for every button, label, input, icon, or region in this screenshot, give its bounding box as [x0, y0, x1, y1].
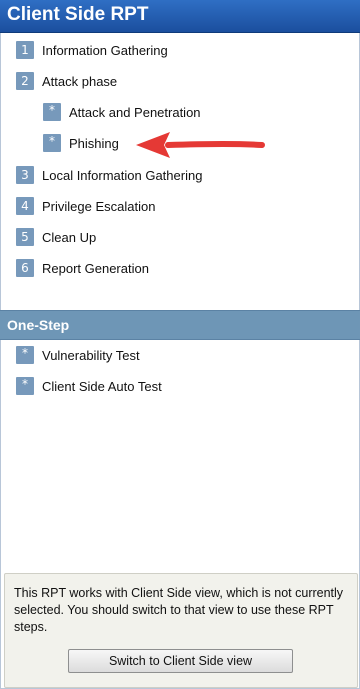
step-information-gathering[interactable]: 1 Information Gathering: [16, 40, 168, 60]
one-step-vulnerability-test[interactable]: * Vulnerability Test: [16, 345, 140, 365]
step-label: Clean Up: [42, 229, 97, 245]
step-number-badge: 3: [16, 166, 34, 184]
step-label: Local Information Gathering: [42, 167, 203, 183]
asterisk-badge-icon: *: [16, 346, 34, 364]
title-bar: Client Side RPT: [0, 0, 360, 33]
asterisk-badge-icon: *: [43, 103, 61, 121]
notice-text: This RPT works with Client Side view, wh…: [14, 586, 344, 634]
step-label: Attack phase: [42, 73, 118, 89]
step-number-badge: 4: [16, 197, 34, 215]
one-step-section-header: One-Step: [0, 310, 360, 340]
step-clean-up[interactable]: 5 Clean Up: [16, 227, 96, 247]
step-label: Report Generation: [42, 260, 149, 276]
step-report-generation[interactable]: 6 Report Generation: [16, 258, 149, 278]
step-label: Client Side Auto Test: [42, 378, 162, 394]
asterisk-badge-icon: *: [16, 377, 34, 395]
step-number-badge: 5: [16, 228, 34, 246]
one-step-client-side-auto-test[interactable]: * Client Side Auto Test: [16, 376, 162, 396]
step-attack-and-penetration[interactable]: * Attack and Penetration: [43, 102, 201, 122]
section-title: One-Step: [7, 317, 70, 333]
step-label: Phishing: [69, 135, 119, 151]
step-number-badge: 1: [16, 41, 34, 59]
step-local-information-gathering[interactable]: 3 Local Information Gathering: [16, 165, 202, 185]
step-phishing[interactable]: * Phishing: [43, 133, 119, 153]
step-label: Vulnerability Test: [42, 347, 140, 363]
step-label: Information Gathering: [42, 42, 168, 58]
asterisk-badge-icon: *: [43, 134, 61, 152]
step-label: Privilege Escalation: [42, 198, 156, 214]
step-attack-phase[interactable]: 2 Attack phase: [16, 71, 117, 91]
step-label: Attack and Penetration: [69, 104, 201, 120]
step-number-badge: 6: [16, 259, 34, 277]
page-title: Client Side RPT: [7, 4, 149, 25]
view-notice: This RPT works with Client Side view, wh…: [4, 573, 358, 688]
switch-to-client-side-view-button[interactable]: Switch to Client Side view: [68, 649, 293, 673]
step-number-badge: 2: [16, 72, 34, 90]
step-privilege-escalation[interactable]: 4 Privilege Escalation: [16, 196, 155, 216]
red-arrow-icon: [136, 132, 265, 158]
